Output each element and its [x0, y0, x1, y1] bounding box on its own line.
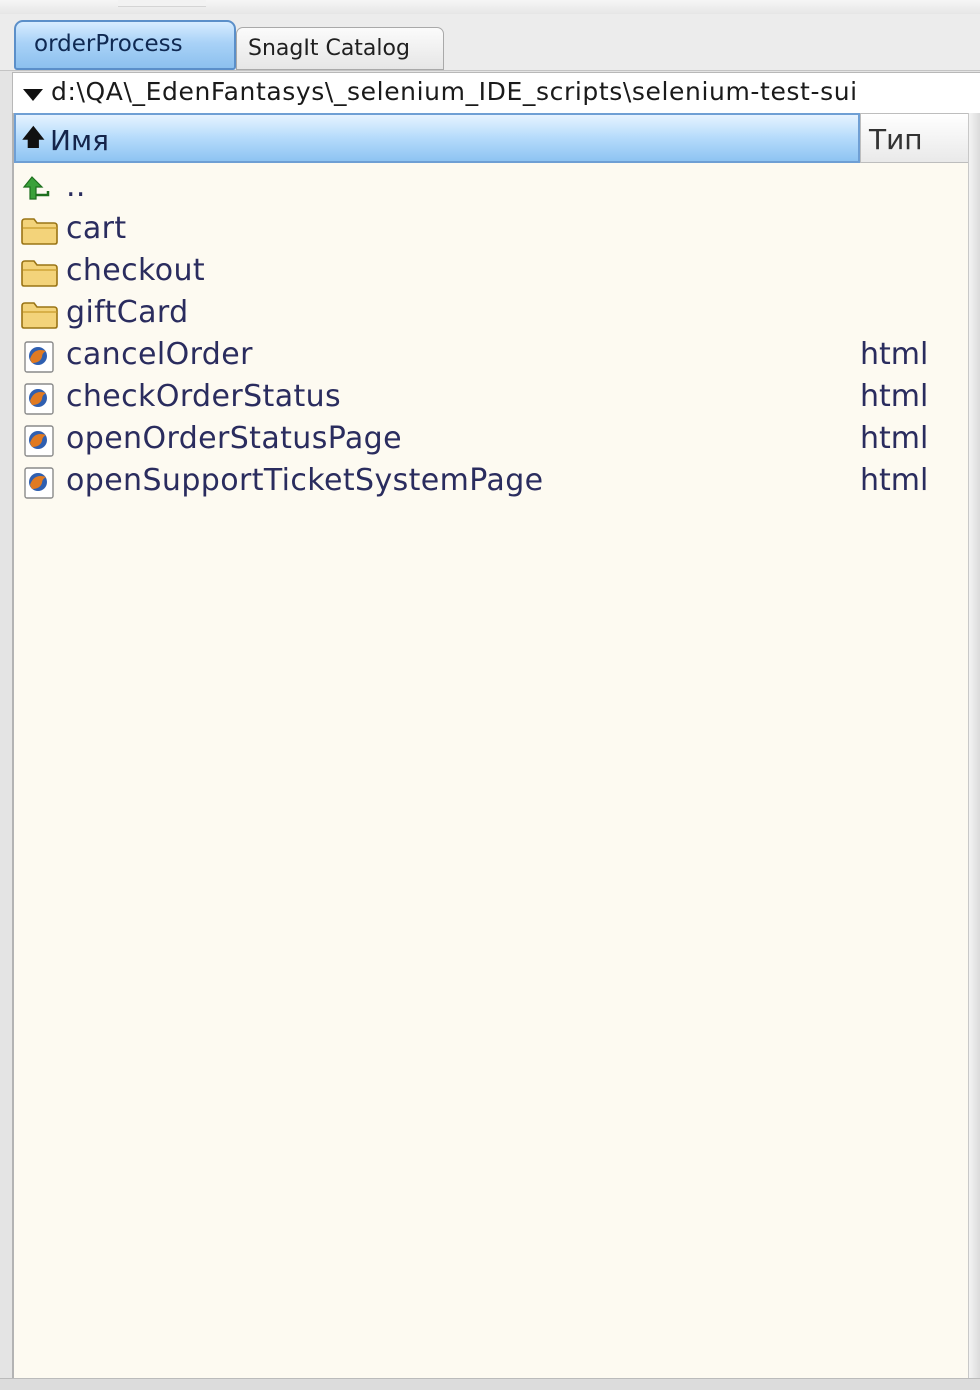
list-item-folder[interactable]: giftCard	[14, 293, 974, 335]
panel-bottom-strip	[0, 1378, 980, 1390]
folder-icon	[20, 215, 60, 247]
top-notch	[118, 0, 206, 7]
list-item-name: openOrderStatusPage	[66, 421, 402, 456]
list-item-file[interactable]: openSupportTicketSystemPage html	[14, 461, 974, 503]
column-name-label: Имя	[50, 124, 109, 157]
list-item-name: ..	[66, 169, 86, 204]
tab-snagit-catalog[interactable]: SnagIt Catalog	[236, 27, 444, 70]
chevron-down-icon[interactable]	[23, 89, 43, 101]
list-item-name: checkOrderStatus	[66, 379, 342, 414]
column-header-type[interactable]: Тип	[860, 113, 980, 163]
path-text: d:\QA\_EdenFantasys\_selenium_IDE_script…	[51, 77, 858, 106]
list-item-type: html	[860, 379, 929, 414]
list-item-name: giftCard	[66, 295, 189, 330]
html-file-icon	[20, 467, 60, 499]
panel-right-edge	[968, 113, 980, 1378]
list-item-name: checkout	[66, 253, 206, 288]
file-browser-window: orderProcess SnagIt Catalog d:\QA\_EdenF…	[0, 0, 980, 1390]
list-item-name: openSupportTicketSystemPage	[66, 463, 544, 498]
file-list: .. cart checkout giftCard cancelOrder ht…	[14, 167, 980, 503]
tab-orderprocess[interactable]: orderProcess	[14, 20, 236, 70]
window-top-strip	[0, 0, 980, 14]
arrow-up-icon: 🡅	[21, 123, 46, 151]
parent-folder-up-icon	[20, 173, 60, 205]
folder-icon	[20, 257, 60, 289]
list-item-file[interactable]: openOrderStatusPage html	[14, 419, 974, 461]
list-item-folder[interactable]: cart	[14, 209, 974, 251]
list-item-type: html	[860, 463, 929, 498]
file-list-panel: 🡅 Имя Тип .. cart checkout giftCard canc…	[12, 113, 980, 1378]
list-item-name: cart	[66, 211, 127, 246]
tab-bar: orderProcess SnagIt Catalog	[0, 14, 980, 71]
html-file-icon	[20, 341, 60, 373]
html-file-icon	[20, 383, 60, 415]
list-item-file[interactable]: cancelOrder html	[14, 335, 974, 377]
list-item-parent[interactable]: ..	[14, 167, 974, 209]
list-item-type: html	[860, 421, 929, 456]
path-dropdown[interactable]: d:\QA\_EdenFantasys\_selenium_IDE_script…	[12, 72, 980, 114]
list-item-name: cancelOrder	[66, 337, 253, 372]
html-file-icon	[20, 425, 60, 457]
column-header-name[interactable]: 🡅 Имя	[14, 113, 860, 163]
list-item-type: html	[860, 337, 929, 372]
column-header: 🡅 Имя Тип	[14, 113, 980, 165]
column-type-label: Тип	[869, 123, 923, 156]
folder-icon	[20, 299, 60, 331]
list-item-file[interactable]: checkOrderStatus html	[14, 377, 974, 419]
list-item-folder[interactable]: checkout	[14, 251, 974, 293]
